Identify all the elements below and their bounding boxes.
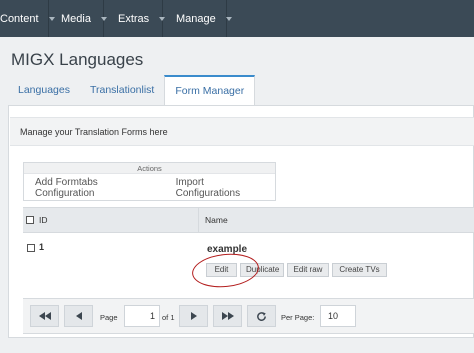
top-navigation: Content Media Extras Manage bbox=[0, 0, 474, 37]
nav-item-extras[interactable]: Extras bbox=[104, 0, 166, 37]
tab-languages[interactable]: Languages bbox=[8, 75, 80, 105]
tab-form-manager[interactable]: Form Manager bbox=[164, 75, 256, 105]
nav-item-media[interactable]: Media bbox=[49, 0, 107, 37]
actions-box: Actions Add Formtabs Configuration Impor… bbox=[23, 162, 276, 201]
last-page-icon bbox=[221, 312, 234, 320]
panel-header: Manage your Translation Forms here bbox=[10, 117, 474, 146]
annotation-circle bbox=[190, 250, 261, 291]
per-page-input[interactable] bbox=[320, 305, 356, 327]
chevron-down-icon bbox=[225, 16, 232, 21]
prev-page-button[interactable] bbox=[64, 305, 93, 327]
nav-item-label: Content bbox=[0, 12, 39, 25]
row-id: 1 bbox=[39, 242, 45, 252]
tab-translationlist[interactable]: Translationlist bbox=[80, 75, 164, 105]
prev-page-icon bbox=[75, 312, 82, 320]
per-page-label: Per Page: bbox=[281, 313, 315, 322]
refresh-icon bbox=[257, 311, 266, 321]
first-page-icon bbox=[38, 312, 51, 320]
panel-description: Manage your Translation Forms here bbox=[20, 127, 168, 137]
page-count-label: of 1 bbox=[162, 313, 175, 322]
actions-title: Actions bbox=[24, 163, 275, 174]
form-manager-panel: Manage your Translation Forms here Actio… bbox=[8, 105, 474, 338]
select-all-checkbox[interactable] bbox=[26, 216, 34, 224]
last-page-button[interactable] bbox=[213, 305, 242, 327]
nav-item-manage[interactable]: Manage bbox=[163, 0, 232, 37]
nav-item-content[interactable]: Content bbox=[0, 0, 55, 37]
tab-bar: Languages Translationlist Form Manager bbox=[8, 75, 256, 105]
nav-item-label: Extras bbox=[118, 12, 150, 25]
first-page-button[interactable] bbox=[30, 305, 59, 327]
page-number-input[interactable] bbox=[124, 305, 160, 327]
import-configurations-button[interactable]: Import Configurations bbox=[162, 177, 275, 199]
refresh-button[interactable] bbox=[247, 305, 276, 327]
create-tvs-button[interactable]: Create TVs bbox=[332, 263, 387, 277]
pagination-bar: Page of 1 Per Page: bbox=[23, 298, 474, 334]
row-checkbox[interactable] bbox=[27, 244, 35, 252]
nav-item-label: Media bbox=[61, 12, 91, 25]
page-title: MIGX Languages bbox=[11, 50, 144, 69]
grid-header: ID Name bbox=[23, 207, 474, 233]
add-formtabs-configuration-button[interactable]: Add Formtabs Configuration bbox=[24, 177, 162, 199]
page-label: Page bbox=[100, 313, 118, 322]
next-page-icon bbox=[190, 312, 197, 320]
next-page-button[interactable] bbox=[179, 305, 208, 327]
edit-raw-button[interactable]: Edit raw bbox=[287, 263, 329, 277]
nav-item-label: Manage bbox=[176, 12, 216, 25]
column-header-name[interactable]: Name bbox=[199, 215, 228, 225]
column-header-id[interactable]: ID bbox=[37, 207, 199, 233]
